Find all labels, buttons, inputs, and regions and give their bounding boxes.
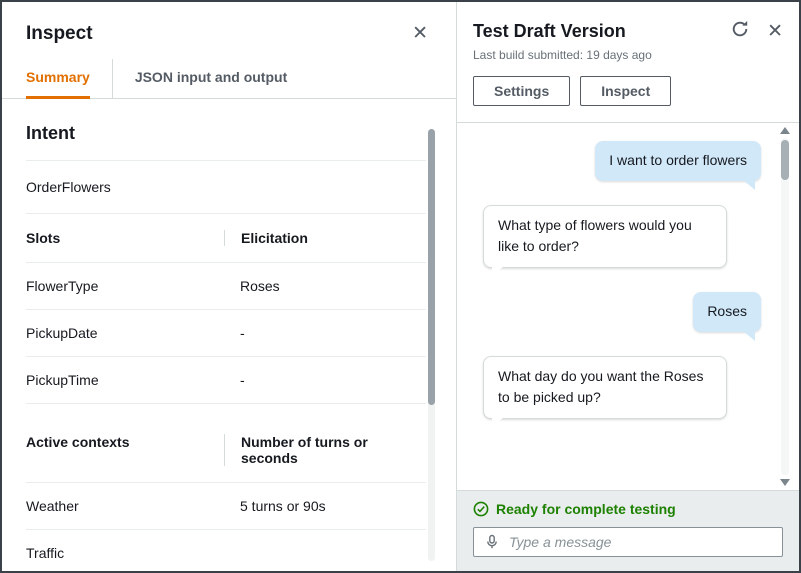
chat-scrollbar-track[interactable] (781, 138, 789, 475)
close-icon: ✕ (767, 21, 783, 42)
elicitation-column-header: Elicitation (224, 230, 426, 246)
context-value: 5 turns or 90s (224, 498, 426, 514)
slot-value: Roses (224, 278, 426, 294)
slots-table-header: Slots Elicitation (26, 214, 426, 263)
table-row: PickupTime - (26, 357, 426, 404)
test-header: Test Draft Version ✕ (457, 2, 799, 46)
check-circle-icon (473, 501, 489, 517)
table-row: PickupDate - (26, 310, 426, 357)
slots-column-header: Slots (26, 230, 224, 246)
turns-column-header: Number of turns or seconds (224, 434, 404, 466)
table-row: FlowerType Roses (26, 263, 426, 310)
slot-name: FlowerType (26, 278, 224, 294)
slot-name: PickupDate (26, 325, 224, 341)
status-line: Ready for complete testing (473, 501, 783, 517)
table-row: Traffic (26, 530, 426, 571)
message-input-wrap (473, 527, 783, 557)
inspect-header: Inspect ✕ (2, 2, 456, 59)
active-contexts-column-header: Active contexts (26, 434, 224, 450)
context-name: Traffic (26, 545, 224, 561)
microphone-icon (484, 534, 500, 550)
intent-value: OrderFlowers (26, 161, 426, 214)
inspect-button[interactable]: Inspect (580, 76, 671, 106)
message-input[interactable] (509, 534, 772, 550)
inspect-scrollbar-thumb[interactable] (428, 129, 435, 405)
status-text: Ready for complete testing (496, 501, 676, 517)
tab-summary[interactable]: Summary (26, 59, 112, 98)
test-panel-title: Test Draft Version (473, 21, 729, 42)
slot-value: - (224, 325, 426, 341)
chat-scrollbar[interactable] (779, 127, 791, 486)
inspect-tabs: Summary JSON input and output (2, 59, 456, 99)
inspect-scrollbar[interactable] (428, 129, 435, 561)
inspect-content: Intent OrderFlowers Slots Elicitation Fl… (2, 99, 456, 571)
chat-message-user: I want to order flowers (595, 141, 761, 181)
close-icon: ✕ (412, 23, 428, 44)
refresh-button[interactable] (729, 18, 751, 44)
slot-value: - (224, 372, 426, 388)
chat-message-user: Roses (693, 292, 761, 332)
settings-button[interactable]: Settings (473, 76, 570, 106)
test-actions: Settings Inspect (457, 72, 799, 123)
chat-message-bot: What type of flowers would you like to o… (483, 205, 727, 268)
chat-scrollbar-thumb[interactable] (781, 140, 789, 180)
last-build-text: Last build submitted: 19 days ago (457, 46, 799, 72)
test-close-button[interactable]: ✕ (765, 20, 785, 43)
inspect-panel-title: Inspect (26, 23, 93, 45)
microphone-button[interactable] (484, 534, 500, 550)
inspect-close-button[interactable]: ✕ (410, 22, 430, 45)
lex-test-window: Inspect ✕ Summary JSON input and output … (0, 0, 801, 573)
test-header-icons: ✕ (729, 18, 785, 44)
contexts-table-header: Active contexts Number of turns or secon… (26, 404, 426, 483)
refresh-icon (731, 22, 749, 43)
table-row: Weather 5 turns or 90s (26, 483, 426, 530)
tab-json-input-output[interactable]: JSON input and output (112, 59, 309, 98)
chat-area: I want to order flowers What type of flo… (457, 123, 799, 490)
test-panel: Test Draft Version ✕ Last build submitte… (457, 2, 799, 571)
inspect-panel: Inspect ✕ Summary JSON input and output … (2, 2, 457, 571)
context-name: Weather (26, 498, 224, 514)
scroll-down-arrow-icon[interactable] (780, 479, 790, 486)
chat-footer: Ready for complete testing (457, 490, 799, 571)
chat-message-bot: What day do you want the Roses to be pic… (483, 356, 727, 419)
scroll-up-arrow-icon[interactable] (780, 127, 790, 134)
slot-name: PickupTime (26, 372, 224, 388)
intent-heading: Intent (26, 105, 426, 161)
